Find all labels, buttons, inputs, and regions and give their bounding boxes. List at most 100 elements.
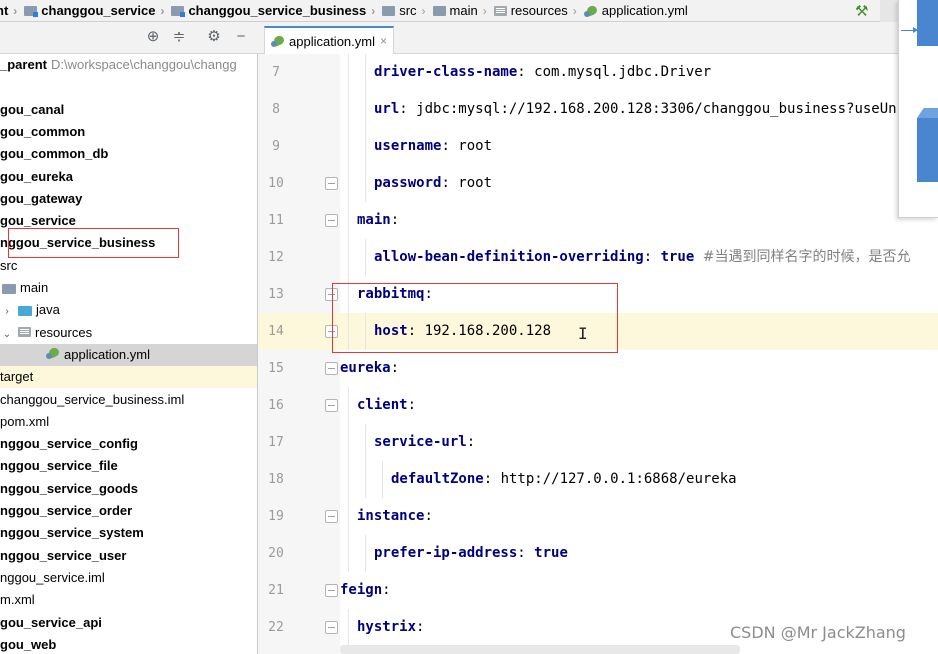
tree-item[interactable]: m.xml: [0, 589, 257, 611]
tree-item-label: nggou_service_user: [0, 547, 127, 563]
breadcrumb-item[interactable]: nt ›: [0, 0, 22, 21]
tree-item[interactable]: gou_service: [0, 210, 257, 232]
minimize-icon[interactable]: −: [232, 28, 250, 46]
tree-item[interactable]: nggou_service_config: [0, 433, 257, 455]
tree-item[interactable]: target: [0, 366, 257, 389]
fold-toggle-icon[interactable]: [325, 399, 338, 412]
yaml-value: true: [660, 249, 695, 265]
fold-toggle-icon[interactable]: [325, 621, 338, 634]
code-editor[interactable]: driver-class-name: com.mysql.jdbc.Driver…: [340, 54, 938, 654]
yaml-key: username: [374, 138, 442, 154]
tree-item[interactable]: › java: [0, 299, 257, 321]
tree-item[interactable]: [0, 76, 257, 98]
yaml-colon: :: [424, 508, 442, 524]
code-line[interactable]: host: 192.168.200.128: [340, 313, 938, 350]
code-line[interactable]: driver-class-name: com.mysql.jdbc.Driver: [340, 54, 938, 91]
tree-item-label: nggou_service_order: [0, 503, 133, 518]
fold-toggle-icon[interactable]: [325, 177, 338, 190]
breadcrumb-label: changgou_service: [41, 3, 156, 18]
indent-guide: [348, 424, 349, 461]
code-line[interactable]: feign:: [340, 572, 938, 609]
indent-guide: [382, 461, 383, 498]
indent-guide: [365, 54, 366, 91]
tree-item-label: gou_eureka: [0, 168, 73, 184]
yaml-key: instance: [357, 508, 425, 524]
code-line[interactable]: url: jdbc:mysql://192.168.200.128:3306/c…: [340, 91, 938, 128]
breadcrumb-item[interactable]: changgou_service_business ›: [169, 0, 380, 21]
code-line[interactable]: rabbitmq:: [340, 276, 938, 313]
breadcrumb-item[interactable]: changgou_service ›: [22, 0, 169, 21]
build-hammer-icon[interactable]: ⚒: [855, 2, 873, 20]
code-line[interactable]: eureka:: [340, 350, 938, 387]
breadcrumb-item[interactable]: application.yml: [582, 0, 690, 21]
breadcrumb-item[interactable]: src ›: [380, 0, 430, 21]
indent-guide: [348, 387, 349, 424]
tree-item[interactable]: ⌄ resources: [0, 322, 257, 344]
line-number: 11: [268, 213, 284, 228]
tree-item[interactable]: main: [0, 277, 257, 299]
yaml-key: password: [374, 175, 442, 191]
horizontal-scrollbar[interactable]: [340, 645, 740, 654]
java-folder-icon: [18, 305, 32, 316]
cube-shape: [917, 118, 938, 182]
fold-toggle-icon[interactable]: [325, 584, 338, 597]
tree-item-label: pom.xml: [0, 413, 50, 429]
tree-item[interactable]: nggou_service_order: [0, 500, 257, 522]
yaml-comment: #当遇到同样名字的时候，是否允: [702, 249, 911, 265]
tree-item-label: target: [0, 369, 34, 385]
breadcrumb-item[interactable]: resources ›: [492, 0, 582, 21]
yaml-key: rabbitmq: [357, 286, 425, 302]
tree-item[interactable]: nggou_service_system: [0, 522, 257, 544]
tree-item[interactable]: gou_common_db: [0, 143, 257, 165]
tree-item[interactable]: application.yml: [0, 343, 257, 366]
tree-item[interactable]: _parent D:\workspace\changgou\changg: [0, 54, 257, 76]
chevron-right-icon[interactable]: ›: [2, 301, 12, 321]
tree-item-label: changgou_service_business.iml: [0, 391, 185, 407]
tree-item-label: nggou_service_system: [0, 525, 144, 541]
tree-item[interactable]: nggou_service_file: [0, 455, 257, 477]
tree-item[interactable]: gou_canal: [0, 99, 257, 121]
code-line[interactable]: defaultZone: http://127.0.0.1:6868/eurek…: [340, 461, 938, 498]
tab-application-yml[interactable]: application.yml ×: [264, 26, 395, 54]
fold-toggle-icon[interactable]: [325, 288, 338, 301]
breadcrumb-label: src: [399, 3, 417, 18]
tree-item[interactable]: changgou_service_business.iml: [0, 389, 257, 411]
close-tab-icon[interactable]: ×: [380, 34, 387, 48]
line-number: 15: [268, 361, 284, 376]
tree-item[interactable]: gou_gateway: [0, 188, 257, 210]
code-line[interactable]: username: root: [340, 128, 938, 165]
tree-item[interactable]: nggou_service_business: [0, 232, 257, 254]
tree-item-label: resources: [35, 324, 93, 340]
tree-item[interactable]: nggou_service_user: [0, 545, 257, 567]
fold-toggle-icon[interactable]: [325, 362, 338, 375]
fold-toggle-icon[interactable]: [325, 510, 338, 523]
tree-item[interactable]: src: [0, 255, 257, 277]
tree-item[interactable]: gou_web: [0, 634, 257, 654]
code-line[interactable]: service-url:: [340, 424, 938, 461]
tree-item-label: gou_service_api: [0, 614, 102, 630]
code-line[interactable]: prefer-ip-address: true: [340, 535, 938, 572]
code-line[interactable]: main:: [340, 202, 938, 239]
fold-toggle-icon[interactable]: [325, 214, 338, 227]
tree-item[interactable]: pom.xml: [0, 411, 257, 433]
code-line[interactable]: client:: [340, 387, 938, 424]
crosshair-icon[interactable]: ⊕: [144, 28, 162, 46]
tree-item[interactable]: gou_eureka: [0, 166, 257, 188]
indent-guide: [348, 128, 349, 165]
chevron-down-icon[interactable]: ⌄: [2, 324, 12, 344]
tree-item[interactable]: nggou_service_goods: [0, 478, 257, 500]
tree-item-label: application.yml: [64, 346, 150, 362]
indent-guide: [348, 239, 349, 276]
tree-item[interactable]: nggou_service.iml: [0, 567, 257, 589]
code-line[interactable]: password: root: [340, 165, 938, 202]
gear-icon[interactable]: ⚙: [205, 28, 223, 46]
tree-item[interactable]: gou_common: [0, 121, 257, 143]
breadcrumb-item[interactable]: main ›: [431, 0, 492, 21]
breadcrumb-separator-icon: ›: [572, 3, 577, 18]
tree-item[interactable]: gou_service_api: [0, 612, 257, 634]
code-line[interactable]: instance:: [340, 498, 938, 535]
tree-item-label: gou_common: [0, 123, 86, 139]
code-line[interactable]: allow-bean-definition-overriding: true #…: [340, 239, 938, 276]
fold-toggle-icon[interactable]: [325, 325, 338, 338]
collapse-icon[interactable]: ≑: [170, 28, 188, 46]
